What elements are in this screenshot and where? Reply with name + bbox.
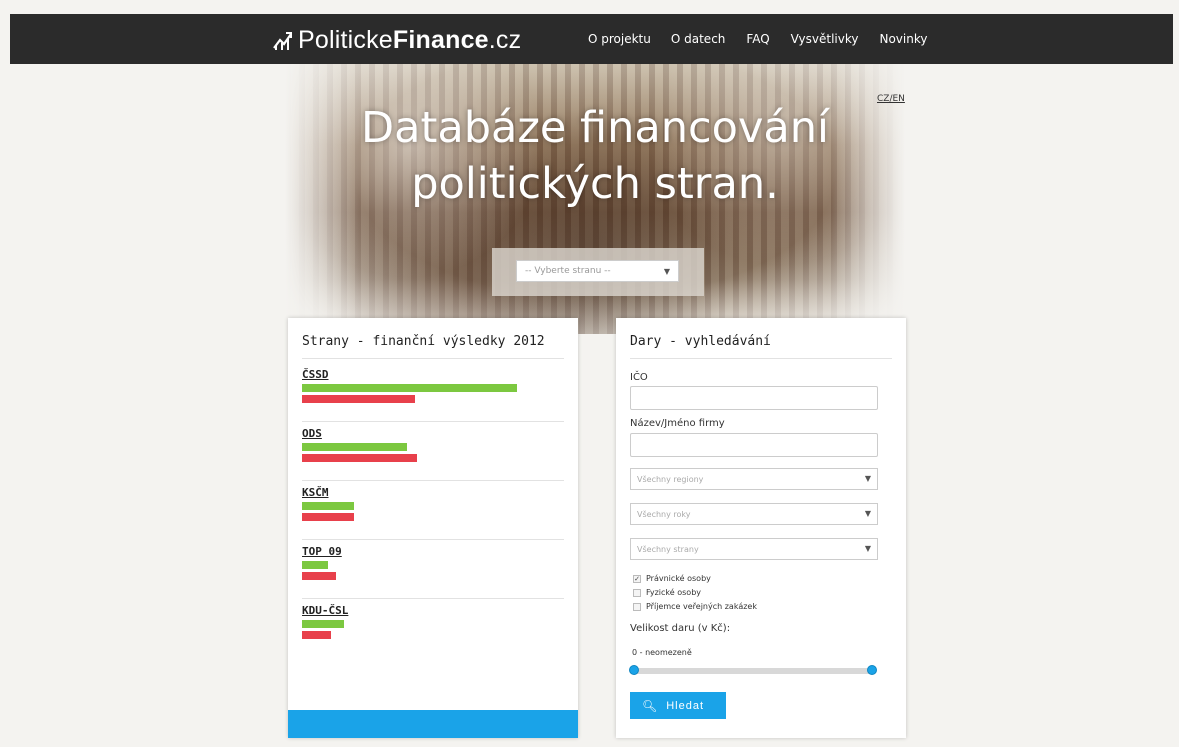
- party-link[interactable]: ODS: [302, 427, 564, 440]
- party-select-value: -- Vyberte stranu --: [525, 266, 611, 276]
- checkbox-label: Příjemce veřejných zakázek: [646, 602, 757, 611]
- chevron-down-icon: ▼: [864, 474, 871, 483]
- income-bar: [302, 620, 344, 628]
- company-name-label: Název/Jméno firmy: [630, 418, 725, 429]
- checkbox-icon[interactable]: [633, 588, 641, 597]
- search-button[interactable]: 🔍︎ Hledat: [630, 692, 726, 719]
- party-select-wrap: -- Vyberte stranu -- ▼: [492, 248, 704, 296]
- brand-light: Politicke: [298, 25, 393, 54]
- results-panel: Strany - finanční výsledky 2012 ČSSD ODS…: [288, 318, 578, 738]
- party-filter-select[interactable]: Všechny strany ▼: [630, 538, 878, 560]
- checkbox-legal-entities[interactable]: ✓ Právnické osoby: [633, 574, 711, 583]
- expense-bar: [302, 513, 355, 521]
- site-logo[interactable]: Politicke Finance .cz: [272, 25, 521, 55]
- party-link[interactable]: KDU-ČSL: [302, 604, 564, 617]
- ico-label: IČO: [630, 372, 648, 383]
- income-bar: [302, 384, 517, 392]
- chart-logo-icon: [273, 32, 292, 50]
- checkbox-checked-icon[interactable]: ✓: [633, 574, 641, 583]
- search-title: Dary - vyhledávání: [630, 334, 771, 349]
- top-navbar: Politicke Finance .cz O projektu O datech …: [10, 14, 1173, 64]
- expense-bar: [302, 395, 415, 403]
- party-link[interactable]: KSČM: [302, 486, 564, 499]
- checkbox-natural-persons[interactable]: Fyzické osoby: [633, 588, 701, 597]
- checkbox-label: Právnické osoby: [646, 574, 711, 583]
- hero-title: Databáze financování politických stran.: [285, 100, 905, 212]
- chevron-down-icon: ▼: [864, 509, 871, 518]
- checkbox-icon[interactable]: [633, 602, 641, 611]
- party-row-top09: TOP 09: [302, 545, 564, 599]
- nav-link-o-projektu[interactable]: O projektu: [588, 31, 651, 47]
- divider: [302, 358, 564, 359]
- slider-max-handle[interactable]: [867, 665, 877, 675]
- language-switch[interactable]: CZ/EN: [877, 94, 905, 104]
- ico-input[interactable]: [630, 386, 878, 410]
- party-link[interactable]: TOP 09: [302, 545, 564, 558]
- divider: [302, 421, 564, 422]
- party-select[interactable]: -- Vyberte stranu -- ▼: [516, 260, 679, 282]
- nav-links: O projektu O datech FAQ Vysvětlivky Novi…: [588, 31, 948, 47]
- region-select-value: Všechny regiony: [637, 475, 704, 484]
- divider: [302, 539, 564, 540]
- party-row-ods: ODS: [302, 427, 564, 481]
- income-bar: [302, 561, 329, 569]
- nav-link-faq[interactable]: FAQ: [746, 31, 769, 47]
- hero-title-line2: politických stran.: [411, 159, 779, 209]
- brand-tld: .cz: [488, 25, 522, 54]
- divider: [630, 358, 892, 359]
- company-name-input[interactable]: [630, 433, 878, 457]
- chevron-down-icon: ▼: [864, 544, 871, 553]
- expense-bar: [302, 572, 337, 580]
- income-bar: [302, 443, 407, 451]
- party-row-kscm: KSČM: [302, 486, 564, 540]
- divider: [302, 480, 564, 481]
- divider: [302, 598, 564, 599]
- donation-range-value: 0 - neomezeně: [632, 648, 692, 657]
- expense-bar: [302, 631, 331, 639]
- party-filter-value: Všechny strany: [637, 545, 699, 554]
- party-row-kducsl: KDU-ČSL: [302, 604, 564, 639]
- donation-size-label: Velikost daru (v Kč):: [630, 623, 731, 634]
- search-icon: 🔍︎: [642, 698, 659, 713]
- expense-bar: [302, 454, 418, 462]
- results-footer-bar[interactable]: [288, 710, 578, 738]
- nav-link-vysvetlivky[interactable]: Vysvětlivky: [791, 31, 859, 47]
- results-title: Strany - finanční výsledky 2012: [302, 334, 545, 349]
- year-select-value: Všechny roky: [637, 510, 691, 519]
- brand-bold: Finance: [392, 25, 489, 54]
- nav-link-novinky[interactable]: Novinky: [879, 31, 927, 47]
- party-row-cssd: ČSSD: [302, 368, 564, 422]
- income-bar: [302, 502, 355, 510]
- year-select[interactable]: Všechny roky ▼: [630, 503, 878, 525]
- donation-slider-track[interactable]: [634, 668, 874, 674]
- search-button-label: Hledat: [666, 699, 705, 712]
- slider-min-handle[interactable]: [629, 665, 639, 675]
- search-panel: Dary - vyhledávání IČO Název/Jméno firmy…: [616, 318, 906, 738]
- checkbox-label: Fyzické osoby: [646, 588, 702, 597]
- chevron-down-icon: ▼: [663, 267, 670, 276]
- checkbox-contract-recipients[interactable]: Příjemce veřejných zakázek: [633, 602, 757, 611]
- region-select[interactable]: Všechny regiony ▼: [630, 468, 878, 490]
- hero-title-line1: Databáze financování: [361, 103, 829, 153]
- nav-link-o-datech[interactable]: O datech: [671, 31, 726, 47]
- party-link[interactable]: ČSSD: [302, 368, 564, 381]
